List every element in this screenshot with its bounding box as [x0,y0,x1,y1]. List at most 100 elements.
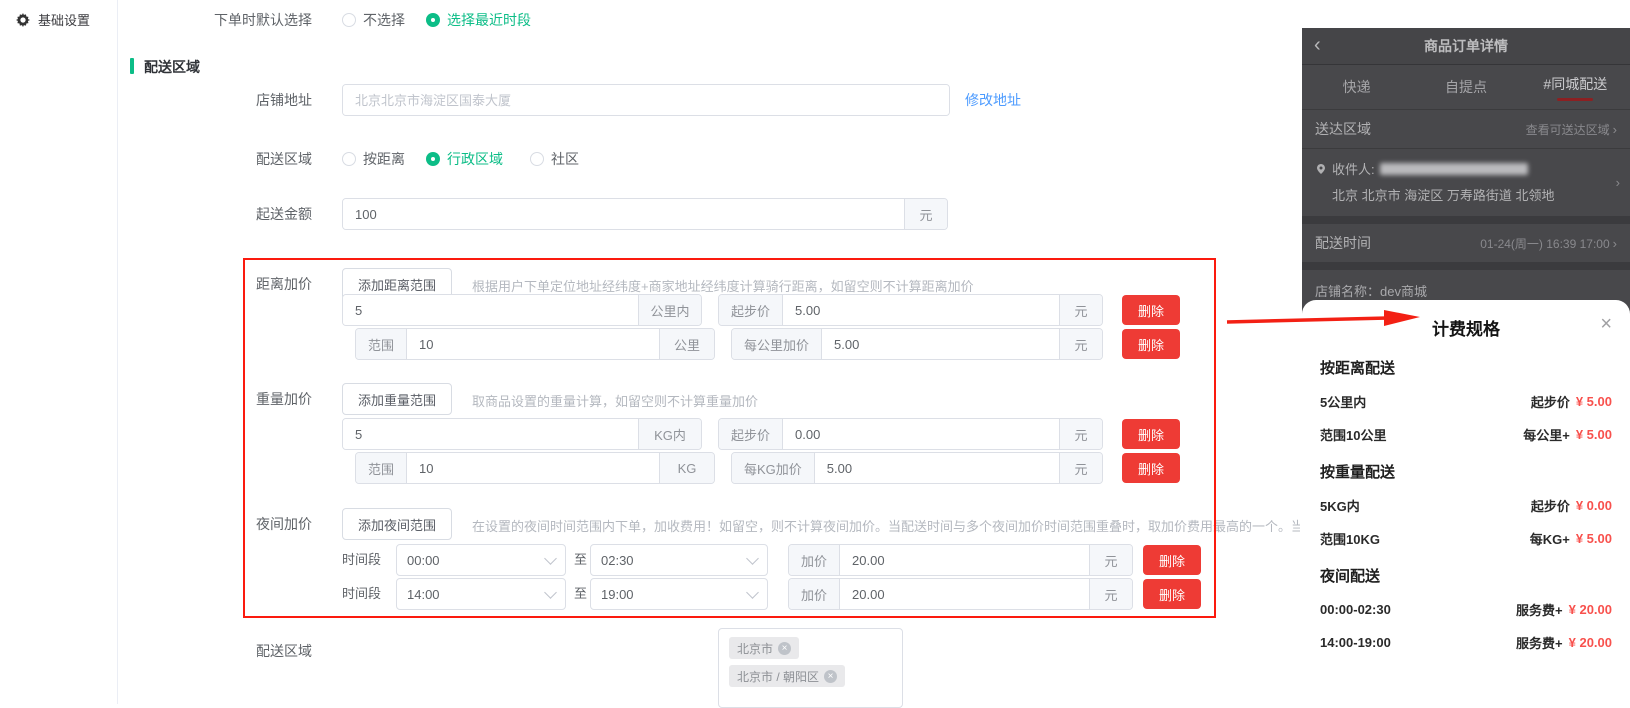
distance-row-2-price-input[interactable] [834,337,1047,352]
night-row-2-price-label: 加价 [789,579,840,609]
add-weight-range-button[interactable]: 添加重量范围 [342,383,452,415]
weight-row-1-delete-button[interactable]: 删除 [1122,419,1180,449]
distance-row-1-price-input[interactable] [795,303,1047,318]
add-night-range-button[interactable]: 添加夜间范围 [342,508,452,540]
delivery-area-tags-box[interactable]: 北京市 × 北京市 / 朝阳区 × [718,628,903,708]
night-row-1-price: 加价 元 [788,544,1133,576]
sidebar: 基础设置 [0,0,118,704]
min-order-unit: 元 [904,199,947,229]
weight-row-2-unit: KG [659,453,714,483]
night-row-2-delete-button[interactable]: 删除 [1143,579,1201,609]
night-row-1-price-input[interactable] [852,553,1077,568]
phone-header: ‹ 商品订单详情 [1302,28,1630,65]
modal-row: 14:00-19:00 服务费+¥ 20.00 [1320,633,1612,652]
night-row-2-from-select[interactable]: 14:00 [396,578,566,610]
weight-row-2-price: 每KG加价 元 [731,452,1103,484]
store-address-input[interactable] [355,93,937,108]
delivery-time-label: 配送时间 [1315,233,1371,253]
delivery-area-row[interactable]: 送达区域 查看可送达区域 › [1302,110,1630,148]
weight-row-2-delete-button[interactable]: 删除 [1122,453,1180,483]
distance-row-2-value-input[interactable] [419,337,647,352]
distance-row-2-delete-button[interactable]: 删除 [1122,329,1180,359]
min-order-field: 元 [342,198,948,230]
weight-row-1-range: KG内 [342,418,702,450]
distance-row-1-value-input[interactable] [355,303,626,318]
active-tab-underline [1557,98,1593,101]
night-row-2-to-select[interactable]: 19:00 [590,578,768,610]
tag-close-icon[interactable]: × [778,642,791,655]
weight-row-1-value-input[interactable] [355,427,626,442]
weight-row-1-price: 起步价 元 [718,418,1103,450]
select-value: 00:00 [407,553,440,568]
tab-pickup-point[interactable]: 自提点 [1411,77,1520,97]
distance-row-2-unit: 公里 [659,329,714,359]
night-row-1-price-unit: 元 [1089,545,1132,575]
weight-surcharge-label: 重量加价 [214,383,312,415]
night-row-1-delete-button[interactable]: 删除 [1143,545,1201,575]
back-chevron-icon[interactable]: ‹ [1314,32,1321,58]
night-row-1-from-select[interactable]: 00:00 [396,544,566,576]
distance-row-1-range: 公里内 [342,294,702,326]
chevron-down-icon [746,586,759,599]
area-tag: 北京市 / 朝阳区 × [729,665,845,687]
weight-row-2-price-unit: 元 [1059,453,1102,483]
radio-label: 行政区域 [447,149,503,169]
select-value: 14:00 [407,587,440,602]
chevron-right-icon: › [1613,122,1617,137]
weight-row-2-value-input[interactable] [419,461,647,476]
price-value: ¥ 5.00 [1576,531,1612,546]
tag-close-icon[interactable]: × [824,670,837,683]
price-value: ¥ 5.00 [1576,427,1612,442]
weight-row-2-range: 范围 KG [355,452,715,484]
min-order-input[interactable] [355,207,892,222]
sidebar-item-basic-settings[interactable]: 基础设置 [0,0,117,39]
delivery-area-row-label: 送达区域 [1315,119,1371,139]
modal-section-title: 夜间配送 [1320,565,1612,586]
radio-by-distance[interactable]: 按距离 [342,148,405,170]
chevron-right-icon: › [1613,236,1617,251]
modal-section-title: 按距离配送 [1320,357,1612,378]
radio-select-nearest[interactable]: 选择最近时段 [426,9,531,31]
weight-row-1-price-input[interactable] [795,427,1047,442]
night-row-2-to-label: 至 [574,578,587,610]
weight-row-2-price-input[interactable] [827,461,1047,476]
delivery-area-tags-label: 配送区域 [214,640,312,662]
radio-label: 选择最近时段 [447,10,531,30]
tab-same-city-delivery[interactable]: #同城配送 [1521,74,1630,101]
sidebar-item-label: 基础设置 [38,10,90,29]
section-accent-bar [130,58,134,74]
modal-section-distance: 按距离配送 5公里内 起步价¥ 5.00 范围10公里 每公里+¥ 5.00 [1320,357,1612,444]
billing-spec-modal: 计费规格 × 按距离配送 5公里内 起步价¥ 5.00 范围10公里 每公里+¥… [1302,300,1630,704]
phone-tabs: 快递 自提点 #同城配送 [1302,65,1630,109]
radio-circle-icon [530,152,544,166]
phone-preview-panel: ‹ 商品订单详情 快递 自提点 #同城配送 送达区域 查看可送达区域 › 收件人… [1302,28,1630,704]
area-tag-label: 北京市 / 朝阳区 [737,668,819,685]
distance-row-2-price-unit: 元 [1059,329,1102,359]
distance-row-1-delete-button[interactable]: 删除 [1122,295,1180,325]
radio-circle-icon [342,13,356,27]
delivery-time-row[interactable]: 配送时间 01-24(周一) 16:39 17:00 › [1302,224,1630,262]
close-icon[interactable]: × [1600,313,1612,335]
radio-admin-region[interactable]: 行政区域 [426,148,503,170]
night-row-2-price: 加价 元 [788,578,1133,610]
night-row-2-price-input[interactable] [852,587,1077,602]
view-deliverable-area-link[interactable]: 查看可送达区域 [1526,121,1610,138]
distance-row-1-unit: 公里内 [638,295,701,325]
phone-delivery-card: 快递 自提点 #同城配送 送达区域 查看可送达区域 › 收件人: 北京 北京市 … [1302,65,1630,216]
tab-express[interactable]: 快递 [1302,77,1411,97]
radio-community[interactable]: 社区 [530,148,579,170]
modal-section-weight: 按重量配送 5KG内 起步价¥ 0.00 范围10KG 每KG+¥ 5.00 [1320,461,1612,548]
chevron-down-icon [746,552,759,565]
phone-page-title: 商品订单详情 [1424,36,1508,56]
recipient-address-row[interactable]: 收件人: 北京 北京市 海淀区 万寿路街道 北领地 › [1302,149,1630,216]
weight-row-1-price-unit: 元 [1059,419,1102,449]
modal-row: 00:00-02:30 服务费+¥ 20.00 [1320,600,1612,619]
night-row-1-to-select[interactable]: 02:30 [590,544,768,576]
distance-row-1-price: 起步价 元 [718,294,1103,326]
radio-circle-icon [426,152,440,166]
radio-circle-icon [426,13,440,27]
radio-no-select[interactable]: 不选择 [342,9,405,31]
edit-address-link[interactable]: 修改地址 [965,84,1021,116]
location-pin-icon [1315,163,1327,175]
section-title: 配送区域 [144,57,200,77]
